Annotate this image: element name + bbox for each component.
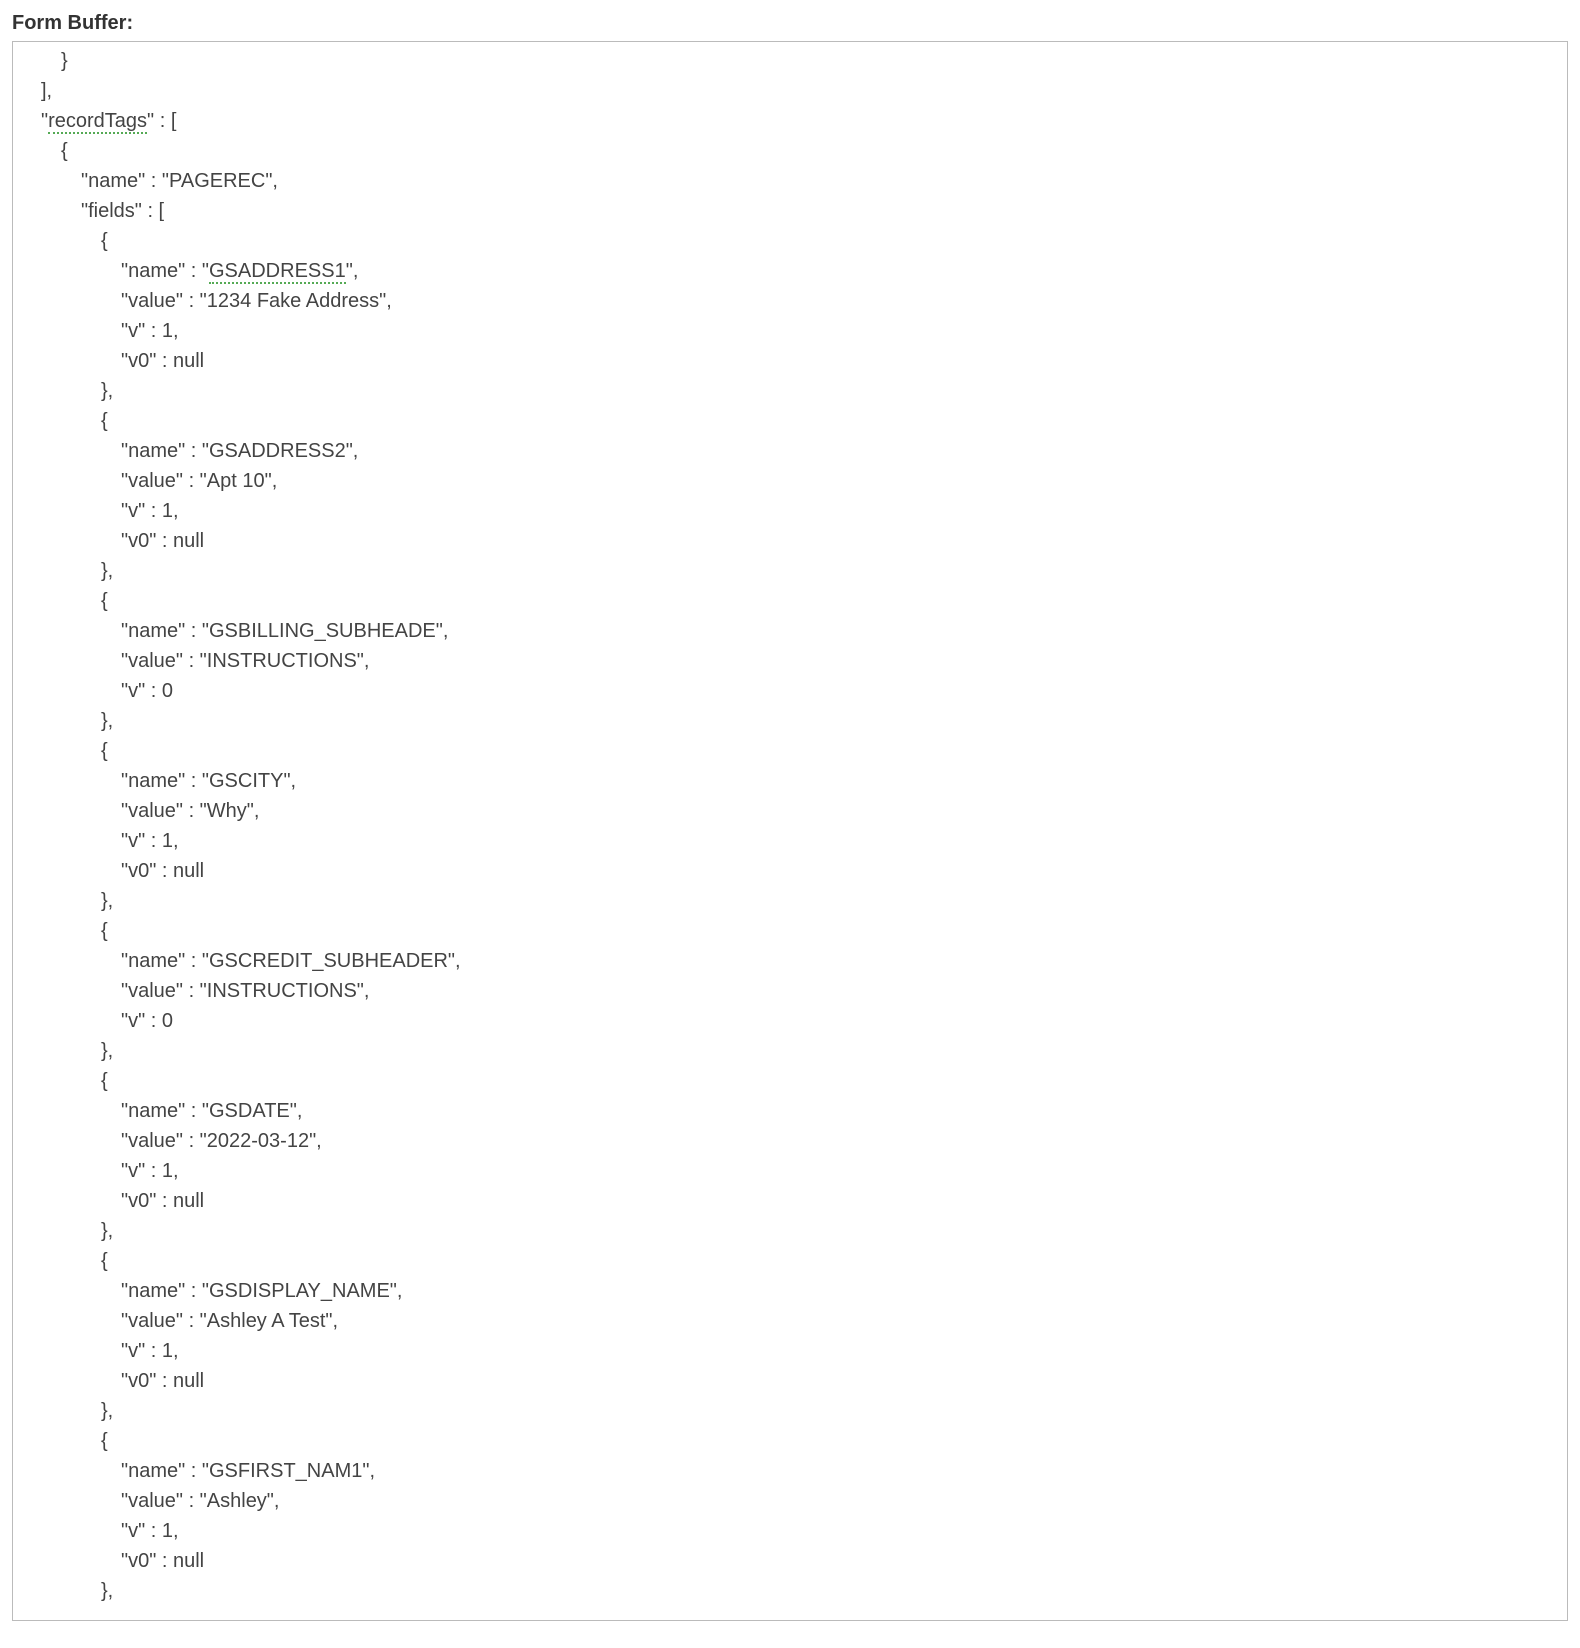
code-line: "name" : "GSADDRESS1", [21, 256, 1559, 286]
code-line: "v0" : null [21, 1546, 1559, 1576]
spellcheck-underline: recordTags [48, 110, 147, 134]
code-line: { [21, 916, 1559, 946]
code-line: "name" : "GSDISPLAY_NAME", [21, 1276, 1559, 1306]
code-line: "v0" : null [21, 1186, 1559, 1216]
code-line: "name" : "GSBILLING_SUBHEADE", [21, 616, 1559, 646]
code-line: }, [21, 376, 1559, 406]
code-line: "value" : "INSTRUCTIONS", [21, 646, 1559, 676]
code-line: }, [21, 556, 1559, 586]
code-line: "v" : 1, [21, 1516, 1559, 1546]
form-buffer-header: Form Buffer: [12, 12, 1568, 35]
code-line: "name" : "GSDATE", [21, 1096, 1559, 1126]
code-line: { [21, 136, 1559, 166]
code-line: "name" : "PAGEREC", [21, 166, 1559, 196]
code-line: }, [21, 1036, 1559, 1066]
code-line: { [21, 1066, 1559, 1096]
code-line: "v0" : null [21, 526, 1559, 556]
code-line: "value" : "Why", [21, 796, 1559, 826]
code-line: { [21, 736, 1559, 766]
code-line: "value" : "Ashley A Test", [21, 1306, 1559, 1336]
code-line: "fields" : [ [21, 196, 1559, 226]
code-line: "v" : 1, [21, 826, 1559, 856]
code-line: "v" : 1, [21, 1156, 1559, 1186]
code-line: }, [21, 1576, 1559, 1606]
spellcheck-underline: GSADDRESS1 [209, 260, 346, 284]
code-line: "name" : "GSCREDIT_SUBHEADER", [21, 946, 1559, 976]
code-line: }, [21, 886, 1559, 916]
code-line: "v0" : null [21, 1366, 1559, 1396]
code-line: "v" : 1, [21, 316, 1559, 346]
buffer-content-box: }],"recordTags" : [{"name" : "PAGEREC","… [12, 41, 1568, 1621]
code-line: "recordTags" : [ [21, 106, 1559, 136]
code-line: "name" : "GSADDRESS2", [21, 436, 1559, 466]
code-line: }, [21, 1216, 1559, 1246]
code-line: { [21, 226, 1559, 256]
code-line: "value" : "Apt 10", [21, 466, 1559, 496]
code-line: { [21, 1246, 1559, 1276]
code-line: { [21, 406, 1559, 436]
code-line: "v0" : null [21, 856, 1559, 886]
code-line: }, [21, 706, 1559, 736]
code-line: "value" : "1234 Fake Address", [21, 286, 1559, 316]
code-line: { [21, 586, 1559, 616]
code-line: } [21, 46, 1559, 76]
code-line: "v" : 1, [21, 496, 1559, 526]
code-line: "v" : 0 [21, 676, 1559, 706]
code-line: "v0" : null [21, 346, 1559, 376]
code-line: "name" : "GSCITY", [21, 766, 1559, 796]
code-line: }, [21, 1396, 1559, 1426]
code-line: ], [21, 76, 1559, 106]
code-line: { [21, 1426, 1559, 1456]
code-line: "value" : "INSTRUCTIONS", [21, 976, 1559, 1006]
code-line: "value" : "2022-03-12", [21, 1126, 1559, 1156]
code-line: "v" : 1, [21, 1336, 1559, 1366]
code-line: "v" : 0 [21, 1006, 1559, 1036]
code-line: "value" : "Ashley", [21, 1486, 1559, 1516]
code-line: "name" : "GSFIRST_NAM1", [21, 1456, 1559, 1486]
